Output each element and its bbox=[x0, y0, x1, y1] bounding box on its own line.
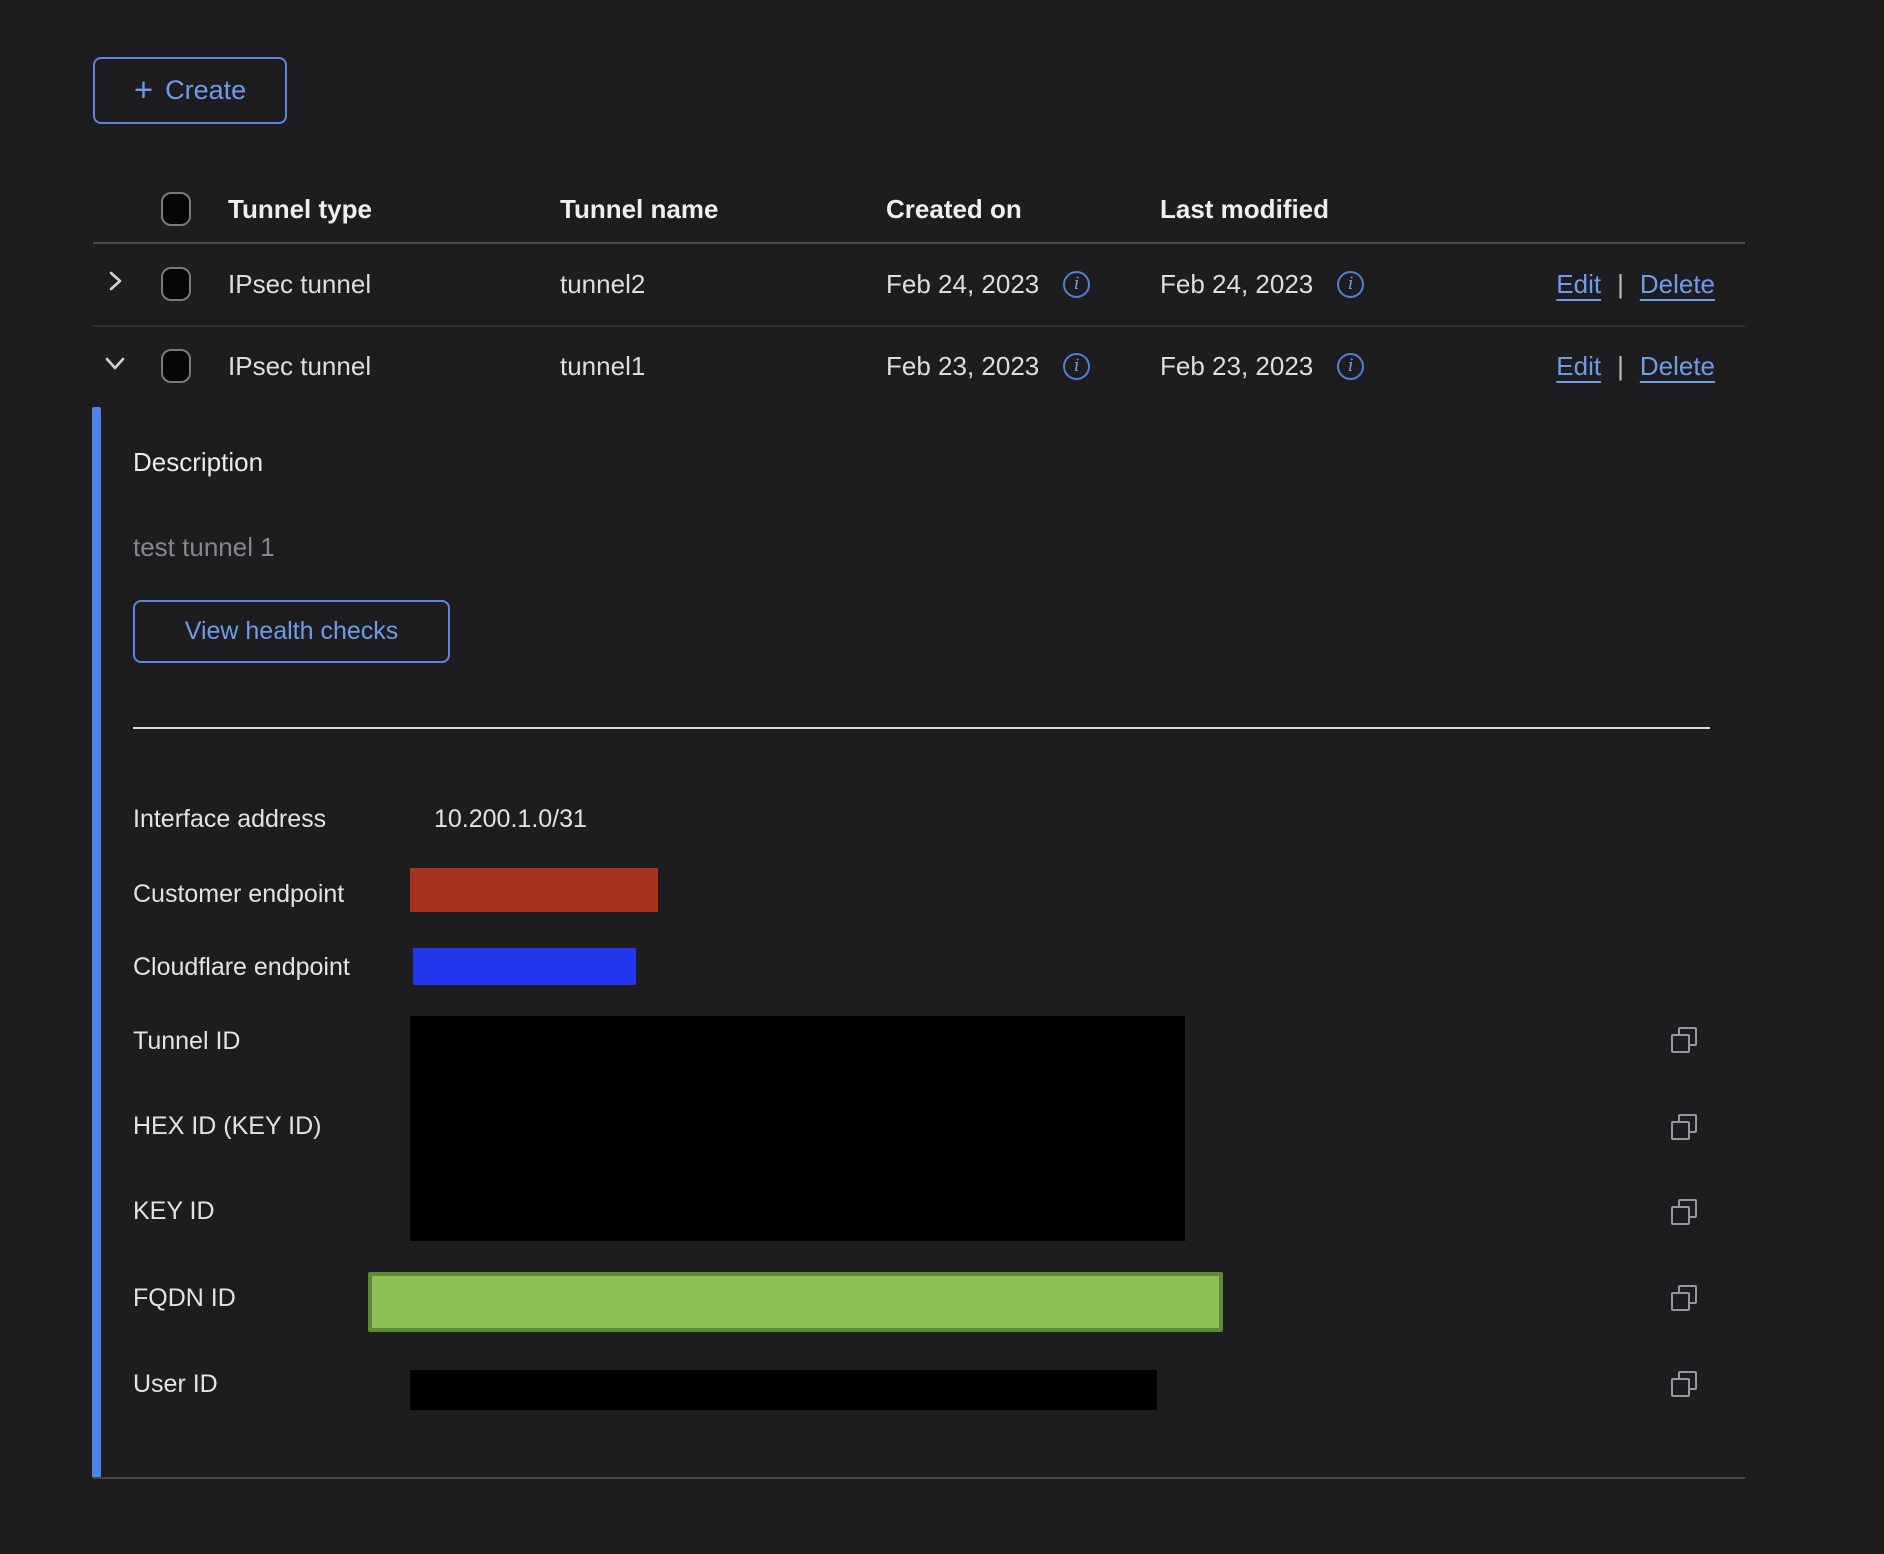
copy-icon bbox=[1668, 1131, 1700, 1146]
key-id-label: KEY ID bbox=[133, 1197, 215, 1226]
expand-row-button[interactable] bbox=[93, 267, 137, 302]
chevron-right-icon bbox=[101, 267, 129, 302]
copy-icon bbox=[1668, 1216, 1700, 1231]
customer-endpoint-redacted-value bbox=[410, 868, 658, 912]
delete-link[interactable]: Delete bbox=[1640, 269, 1715, 300]
interface-address-value: 10.200.1.0/31 bbox=[434, 805, 587, 834]
hex-id-label: HEX ID (KEY ID) bbox=[133, 1112, 321, 1141]
actions-separator: | bbox=[1617, 269, 1624, 300]
tunnel-name-cell: tunnel2 bbox=[560, 269, 886, 300]
last-modified-cell: Feb 23, 2023 bbox=[1160, 351, 1313, 382]
user-id-label: User ID bbox=[133, 1370, 218, 1399]
table-header-row: Tunnel type Tunnel name Created on Last … bbox=[93, 175, 1745, 243]
customer-endpoint-label: Customer endpoint bbox=[133, 880, 344, 909]
panel-divider bbox=[133, 727, 1710, 729]
created-on-cell: Feb 24, 2023 bbox=[886, 269, 1039, 300]
description-label: Description bbox=[133, 447, 263, 478]
tunnel-type-cell: IPsec tunnel bbox=[228, 269, 560, 300]
edit-link[interactable]: Edit bbox=[1556, 351, 1601, 382]
plus-icon: + bbox=[134, 73, 153, 106]
fqdn-id-redacted-value bbox=[368, 1272, 1223, 1332]
info-icon[interactable]: i bbox=[1337, 271, 1364, 298]
column-header-tunnel-type: Tunnel type bbox=[228, 194, 560, 225]
tunnel-name-cell: tunnel1 bbox=[560, 351, 886, 382]
cloudflare-endpoint-label: Cloudflare endpoint bbox=[133, 953, 350, 982]
tunnels-page: + Create Tunnel type Tunnel name Created… bbox=[0, 0, 1884, 1554]
edit-link[interactable]: Edit bbox=[1556, 269, 1601, 300]
created-on-cell: Feb 23, 2023 bbox=[886, 351, 1039, 382]
table-row: IPsec tunnel tunnel1 Feb 23, 2023 i Feb … bbox=[93, 325, 1745, 407]
copy-tunnel-id-button[interactable] bbox=[1668, 1024, 1700, 1056]
copy-user-id-button[interactable] bbox=[1668, 1368, 1700, 1400]
fqdn-id-label: FQDN ID bbox=[133, 1284, 236, 1313]
copy-icon bbox=[1668, 1302, 1700, 1317]
last-modified-cell: Feb 24, 2023 bbox=[1160, 269, 1313, 300]
column-header-created-on: Created on bbox=[886, 194, 1160, 225]
info-icon[interactable]: i bbox=[1063, 271, 1090, 298]
view-health-checks-button[interactable]: View health checks bbox=[133, 600, 450, 663]
ids-redacted-value bbox=[410, 1016, 1185, 1241]
table-row: IPsec tunnel tunnel2 Feb 24, 2023 i Feb … bbox=[93, 243, 1745, 325]
copy-fqdn-id-button[interactable] bbox=[1668, 1282, 1700, 1314]
copy-hex-id-button[interactable] bbox=[1668, 1111, 1700, 1143]
table-bottom-divider bbox=[93, 1477, 1745, 1479]
description-value: test tunnel 1 bbox=[133, 532, 275, 563]
expanded-panel-accent-bar bbox=[92, 407, 101, 1478]
select-row-checkbox[interactable] bbox=[161, 267, 191, 301]
create-button[interactable]: + Create bbox=[93, 57, 287, 124]
cloudflare-endpoint-redacted-value bbox=[413, 948, 636, 985]
actions-separator: | bbox=[1617, 351, 1624, 382]
info-icon[interactable]: i bbox=[1063, 353, 1090, 380]
delete-link[interactable]: Delete bbox=[1640, 351, 1715, 382]
user-id-redacted-value bbox=[410, 1370, 1157, 1410]
column-header-last-modified: Last modified bbox=[1160, 194, 1506, 225]
tunnel-id-label: Tunnel ID bbox=[133, 1027, 240, 1056]
column-header-tunnel-name: Tunnel name bbox=[560, 194, 886, 225]
select-row-checkbox[interactable] bbox=[161, 349, 191, 383]
chevron-down-icon bbox=[101, 349, 129, 384]
create-button-label: Create bbox=[165, 75, 246, 106]
copy-icon bbox=[1668, 1044, 1700, 1059]
collapse-row-button[interactable] bbox=[93, 349, 137, 384]
copy-key-id-button[interactable] bbox=[1668, 1196, 1700, 1228]
tunnel-type-cell: IPsec tunnel bbox=[228, 351, 560, 382]
copy-icon bbox=[1668, 1388, 1700, 1403]
interface-address-label: Interface address bbox=[133, 805, 326, 834]
select-all-checkbox[interactable] bbox=[161, 192, 191, 226]
info-icon[interactable]: i bbox=[1337, 353, 1364, 380]
expanded-tunnel-panel: Description test tunnel 1 View health ch… bbox=[92, 407, 1752, 1478]
